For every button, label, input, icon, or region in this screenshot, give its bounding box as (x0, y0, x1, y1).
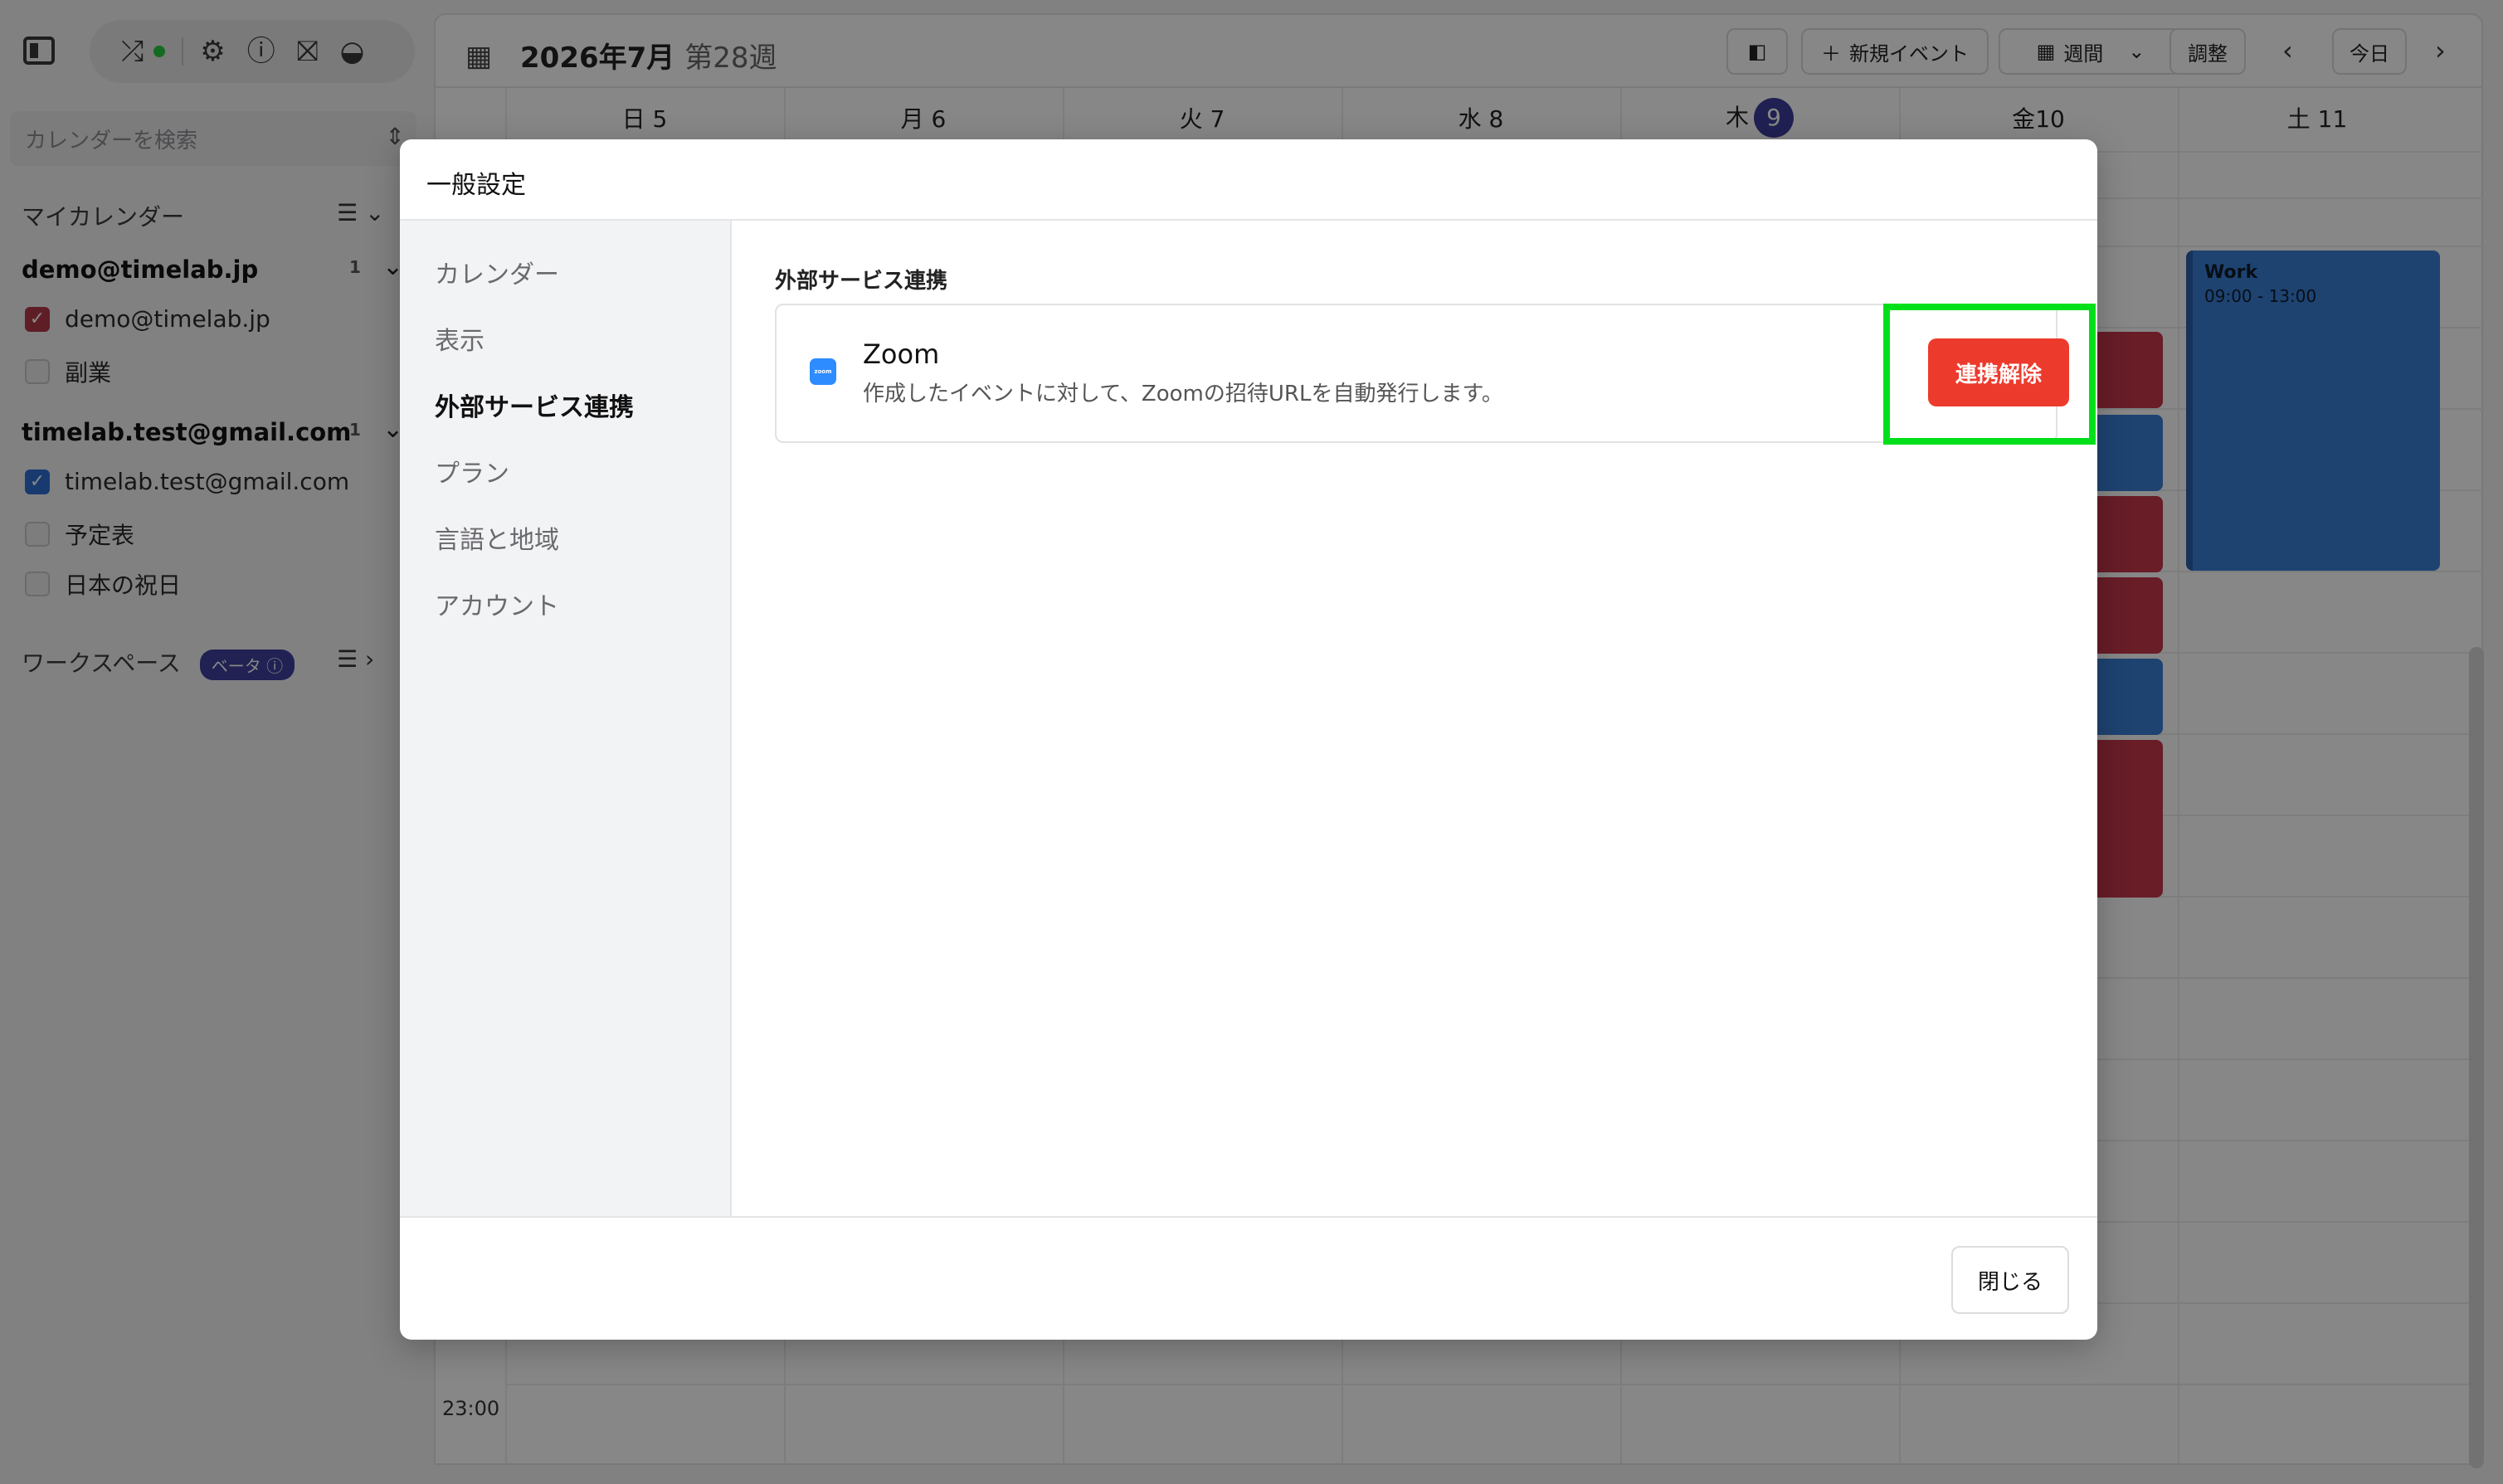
nav-item-display[interactable]: 表示 (435, 320, 485, 357)
nav-item-language-region[interactable]: 言語と地域 (435, 519, 559, 556)
integration-card-zoom: zoom Zoom 作成したイベントに対して、Zoomの招待URLを自動発行しま… (775, 304, 2096, 445)
nav-item-account[interactable]: アカウント (435, 586, 559, 622)
section-title: 外部サービス連携 (775, 269, 948, 294)
settings-content: 外部サービス連携 zoom Zoom 作成したイベントに対して、Zoomの招待U… (733, 221, 2097, 1216)
settings-nav: カレンダー 表示 外部サービス連携 プラン 言語と地域 アカウント (400, 221, 732, 1216)
disconnect-button[interactable]: 連携解除 (1928, 338, 2069, 406)
divider (400, 1216, 2097, 1218)
settings-modal: 一般設定 カレンダー 表示 外部サービス連携 プラン 言語と地域 アカウント 外… (400, 139, 2097, 1340)
integration-description: 作成したイベントに対して、Zoomの招待URLを自動発行します。 (863, 382, 1503, 406)
nav-item-integrations[interactable]: 外部サービス連携 (435, 387, 634, 423)
nav-item-plan[interactable]: プラン (435, 453, 509, 489)
zoom-icon-text: zoom (814, 368, 832, 375)
nav-item-calendar[interactable]: カレンダー (435, 254, 559, 290)
modal-title: 一般設定 (426, 171, 526, 200)
integration-name: Zoom (863, 338, 940, 370)
zoom-icon: zoom (810, 358, 836, 385)
close-button[interactable]: 閉じる (1951, 1246, 2069, 1314)
